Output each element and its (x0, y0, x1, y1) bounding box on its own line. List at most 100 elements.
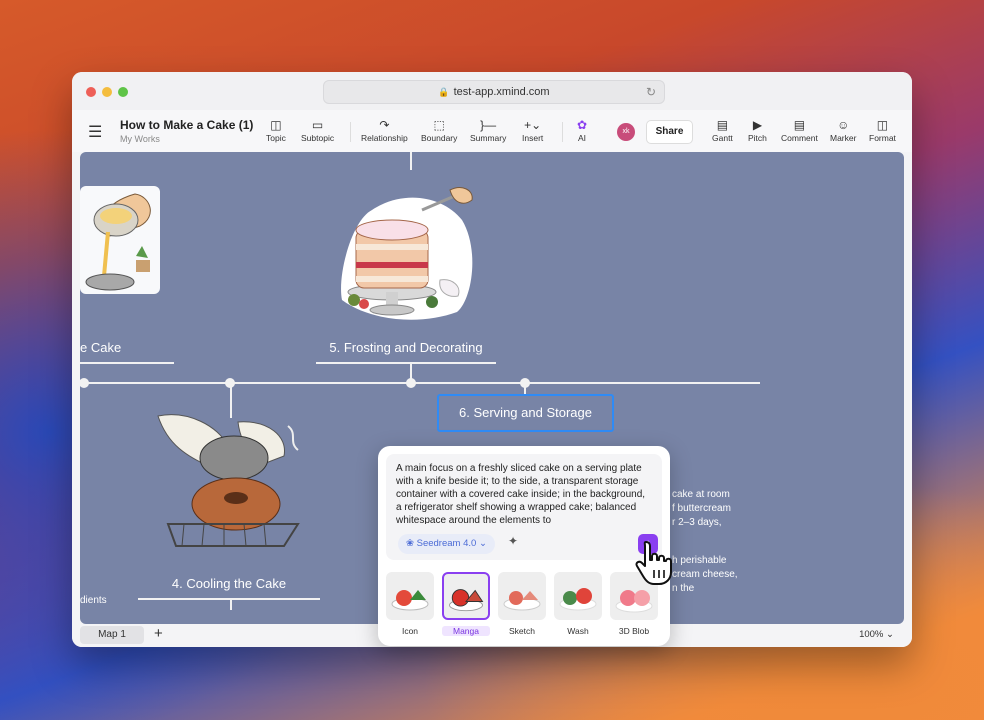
summary-label: Summary (470, 133, 507, 143)
pitch-icon: ▶ (752, 118, 763, 132)
branch-node[interactable] (406, 378, 416, 388)
topic-underline (138, 598, 320, 600)
branch-node[interactable] (520, 378, 530, 388)
chevron-down-icon: ⌄ (886, 629, 894, 640)
summary-icon: }— (480, 118, 497, 132)
share-button[interactable]: Share (646, 120, 693, 144)
hamburger-menu-icon[interactable]: ☰ (88, 122, 102, 142)
style-label: Wash (567, 626, 589, 636)
topic-note-line: h perishable (672, 555, 727, 566)
model-select[interactable]: ❀ Seedream 4.0 ⌄ (398, 534, 495, 554)
boundary-icon: ⬚ (433, 118, 445, 132)
gantt-label: Gantt (712, 133, 733, 143)
document-location[interactable]: My Works (120, 134, 160, 144)
marker-button[interactable]: ☺ Marker (830, 118, 856, 143)
topic-label: Topic (266, 133, 286, 143)
style-option-icon[interactable]: Icon (386, 572, 434, 636)
pitch-label: Pitch (748, 133, 767, 143)
style-picker: Icon Manga Sketch Wash 3D Blob (386, 572, 662, 638)
relationship-label: Relationship (361, 133, 408, 143)
connector-line (410, 152, 412, 170)
reload-icon[interactable]: ↻ (646, 81, 656, 103)
ai-label: AI (578, 133, 587, 143)
marker-icon: ☺ (837, 118, 850, 132)
ai-image-panel: A main focus on a freshly sliced cake on… (378, 446, 670, 646)
topic-cooling-the-cake[interactable]: 4. Cooling the Cake (138, 576, 320, 591)
gantt-button[interactable]: ▤ Gantt (712, 118, 733, 143)
style-thumbnail (442, 572, 490, 620)
add-sheet-button[interactable]: + (154, 625, 163, 642)
pitch-button[interactable]: ▶ Pitch (748, 118, 767, 143)
toolbar-divider (350, 122, 351, 142)
style-thumbnail (554, 572, 602, 620)
title-bar: 🔒 test-app.xmind.com ↻ (72, 72, 912, 110)
insert-label: Insert (522, 133, 544, 143)
style-thumbnail (498, 572, 546, 620)
topic-note-line: cream cheese, (672, 569, 738, 580)
ai-icon: ✿ (577, 118, 588, 132)
boundary-label: Boundary (421, 133, 458, 143)
gantt-icon: ▤ (716, 118, 729, 132)
topic-button[interactable]: ◫ Topic (266, 118, 286, 143)
topic-frosting-and-decorating[interactable]: 5. Frosting and Decorating (316, 340, 496, 355)
branch-node[interactable] (80, 378, 89, 388)
pouring-batter-illustration[interactable] (80, 186, 160, 294)
format-button[interactable]: ◫ Format (869, 118, 896, 143)
comment-label: Comment (781, 133, 818, 143)
comment-button[interactable]: ▤ Comment (781, 118, 818, 143)
document-title[interactable]: How to Make a Cake (1) (120, 118, 253, 132)
bundt-cake-cooling-illustration[interactable] (148, 406, 308, 556)
subtopic-button[interactable]: ▭ Subtopic (301, 118, 334, 143)
connector-line (230, 600, 232, 610)
topic-note-line: cake at room (672, 489, 730, 500)
style-thumbnail (386, 572, 434, 620)
ai-button[interactable]: ✿ AI (577, 118, 587, 143)
style-option-sketch[interactable]: Sketch (498, 572, 546, 636)
address-bar[interactable]: 🔒 test-app.xmind.com ↻ (323, 80, 665, 104)
topic-icon: ◫ (270, 118, 282, 132)
zoom-window-button[interactable] (118, 87, 128, 97)
style-label: Manga (442, 626, 490, 636)
style-label: Sketch (509, 626, 535, 636)
zoom-level[interactable]: 100% ⌄ (859, 629, 894, 640)
minimize-window-button[interactable] (102, 87, 112, 97)
avatar[interactable]: xk (617, 123, 635, 141)
comment-icon: ▤ (793, 118, 806, 132)
toolbar-divider (562, 122, 563, 142)
format-label: Format (869, 133, 896, 143)
style-option-wash[interactable]: Wash (554, 572, 602, 636)
format-icon: ◫ (876, 118, 889, 132)
summary-button[interactable]: }— Summary (470, 118, 506, 143)
topic-note-line: r 2–3 days, (672, 517, 722, 528)
layered-cake-illustration[interactable] (332, 180, 482, 322)
topic-underline (80, 362, 174, 364)
topic-cake-partial[interactable]: e Cake (80, 340, 121, 355)
chevron-down-icon: ⌄ (478, 538, 487, 549)
subtopic-icon: ▭ (311, 118, 324, 132)
insert-button[interactable]: +⌄ Insert (522, 118, 543, 143)
boundary-button[interactable]: ⬚ Boundary (421, 118, 457, 143)
relationship-icon: ↷ (379, 118, 390, 132)
app-toolbar: ☰ How to Make a Cake (1) My Works ◫ Topi… (72, 110, 912, 152)
topic-underline (316, 362, 496, 364)
close-window-button[interactable] (86, 87, 96, 97)
style-option-manga[interactable]: Manga (442, 572, 490, 636)
relationship-button[interactable]: ↷ Relationship (361, 118, 408, 143)
style-label: 3D Blob (618, 626, 650, 636)
branch-node[interactable] (225, 378, 235, 388)
topic-note-line: f buttercream (672, 503, 731, 514)
topic-serving-and-storage[interactable]: 6. Serving and Storage (437, 394, 614, 432)
sheet-tab-map-1[interactable]: Map 1 (80, 626, 144, 644)
magic-wand-icon[interactable]: ✦ (508, 534, 518, 548)
lock-icon: 🔒 (438, 87, 450, 97)
main-branch-line (80, 382, 760, 384)
url-text: test-app.xmind.com (453, 86, 550, 98)
topic-ingredients-partial[interactable]: dients (80, 595, 107, 606)
style-label: Icon (401, 626, 419, 636)
prompt-textarea[interactable]: A main focus on a freshly sliced cake on… (396, 462, 646, 524)
model-name: Seedream 4.0 (416, 538, 477, 549)
zoom-value: 100% (859, 629, 884, 640)
subtopic-label: Subtopic (301, 133, 335, 143)
model-icon: ❀ (406, 538, 414, 549)
prompt-box[interactable]: A main focus on a freshly sliced cake on… (386, 454, 662, 560)
